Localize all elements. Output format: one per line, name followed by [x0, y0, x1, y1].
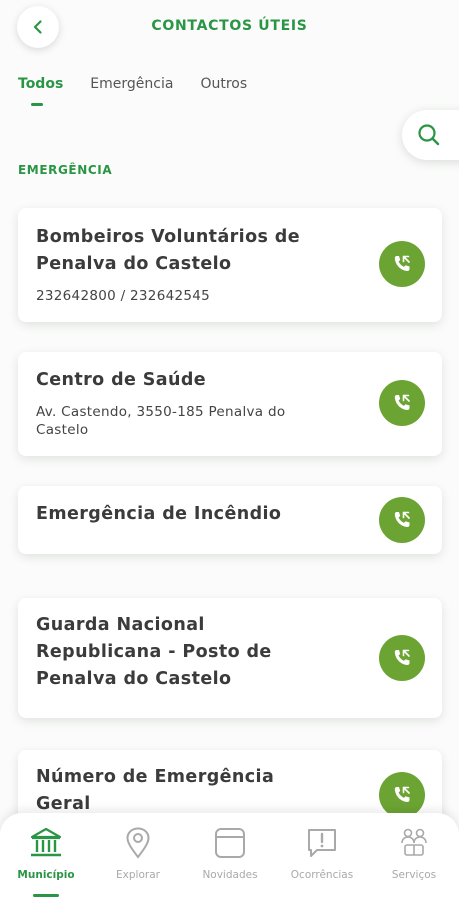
contact-name: Número de Emergência Geral — [36, 767, 275, 814]
contact-name: Centro de Saúde — [36, 370, 207, 390]
news-icon — [215, 828, 245, 858]
active-indicator — [33, 894, 59, 897]
tab-todos[interactable]: Todos — [18, 76, 63, 106]
nav-item-municipio[interactable]: Município — [0, 813, 92, 900]
contact-card[interactable]: Bombeiros Voluntários de Penalva do Cast… — [18, 208, 442, 322]
bottom-navigation: Município Explorar Novidades Ocorrências… — [0, 813, 459, 900]
nav-item-ocorrencias[interactable]: Ocorrências — [276, 813, 368, 900]
nav-label: Explorar — [116, 869, 160, 881]
nav-item-novidades[interactable]: Novidades — [184, 813, 276, 900]
services-icon — [401, 828, 427, 856]
nav-item-explorar[interactable]: Explorar — [92, 813, 184, 900]
screen: CONTACTOS ÚTEIS Todos Emergência Outros … — [0, 0, 459, 900]
phone-icon — [394, 255, 410, 271]
contact-card[interactable]: Centro de Saúde Av. Castendo, 3550-185 P… — [18, 352, 442, 456]
contact-name: Guarda Nacional Republicana - Posto de P… — [36, 615, 272, 689]
tab-bar: Todos Emergência Outros — [18, 76, 274, 106]
alert-chat-icon — [308, 829, 336, 857]
contact-card[interactable]: Guarda Nacional Republicana - Posto de P… — [18, 598, 442, 718]
call-button[interactable] — [379, 380, 425, 426]
contact-name: Emergência de Incêndio — [36, 504, 282, 524]
page-title: CONTACTOS ÚTEIS — [151, 18, 308, 34]
tab-emergencia[interactable]: Emergência — [90, 76, 173, 92]
contact-card[interactable]: Emergência de Incêndio — [18, 486, 442, 554]
search-icon — [418, 124, 440, 146]
contact-name: Bombeiros Voluntários de Penalva do Cast… — [36, 227, 301, 274]
building-icon — [30, 827, 62, 857]
nav-label: Ocorrências — [290, 869, 354, 881]
search-button[interactable] — [402, 110, 459, 160]
phone-icon — [394, 511, 410, 527]
contact-detail: 232642800 / 232642545 — [36, 288, 211, 304]
nav-label: Serviços — [391, 869, 437, 881]
contact-detail: Av. Castendo, 3550-185 Penalva do Castel… — [36, 404, 286, 438]
call-button[interactable] — [379, 635, 425, 681]
call-button[interactable] — [379, 772, 425, 818]
call-button[interactable] — [379, 241, 425, 287]
map-pin-icon — [126, 827, 150, 859]
nav-label: Município — [17, 869, 75, 881]
nav-label: Novidades — [202, 869, 258, 881]
phone-icon — [394, 786, 410, 802]
phone-icon — [394, 649, 410, 665]
phone-icon — [394, 394, 410, 410]
call-button[interactable] — [379, 497, 425, 543]
tab-outros[interactable]: Outros — [200, 76, 247, 92]
section-title: EMERGÊNCIA — [18, 163, 113, 177]
nav-item-servicos[interactable]: Serviços — [368, 813, 459, 900]
